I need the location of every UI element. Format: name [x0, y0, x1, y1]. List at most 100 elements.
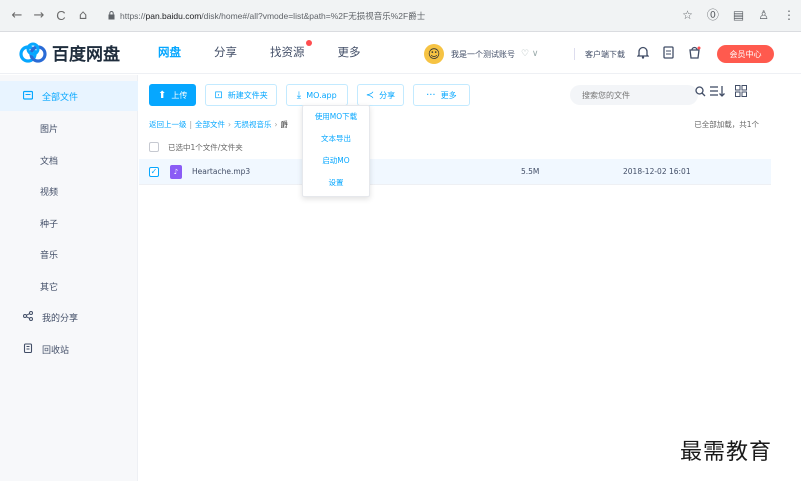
vip-center-button[interactable]: 会员中心 [717, 45, 774, 63]
select-all-checkbox[interactable] [149, 142, 159, 152]
file-name[interactable]: Heartache.mp3 [192, 167, 250, 176]
search-box [570, 85, 706, 105]
breadcrumb-back[interactable]: 返回上一级 [149, 120, 187, 129]
notes-icon[interactable] [663, 45, 674, 63]
notification-dot [305, 40, 312, 46]
share-label: 分享 [379, 90, 396, 100]
extension-icon[interactable]: ⓪ [707, 6, 719, 23]
user-dropdown-icon: ♡ ∨ [521, 49, 539, 59]
client-download-link[interactable]: 客户端下载 [585, 49, 625, 60]
main-nav: 网盘 分享 找资源 更多 [158, 32, 394, 74]
menu-item-text-export[interactable]: 文本导出 [303, 128, 369, 150]
folder-icon [22, 90, 34, 103]
search-icon[interactable] [695, 86, 706, 100]
sidebar-item-label: 我的分享 [42, 313, 79, 324]
nav-find-resources-label: 找资源 [270, 45, 305, 59]
user-name: 我是一个测试账号 [451, 49, 515, 59]
browser-menu-icon[interactable]: ⋮ [783, 8, 795, 22]
breadcrumb-current: 爵 [280, 120, 289, 129]
sidebar-item-label: 视频 [40, 187, 59, 198]
upload-label: 上传 [171, 90, 188, 100]
mo-app-button[interactable]: ⤓ MO.app [285, 84, 348, 106]
menu-item-settings[interactable]: 设置 [303, 172, 369, 194]
share-button[interactable]: ≺ 分享 [356, 84, 405, 106]
breadcrumb-folder[interactable]: 无损视音乐 [234, 120, 272, 129]
sidebar-item-images[interactable]: 图片 [0, 113, 138, 143]
mo-app-dropdown: 使用MO下载 文本导出 启动MO 设置 [302, 105, 370, 197]
forward-icon[interactable]: → [30, 7, 48, 25]
browser-toolbar: ← → C ⌂ https://pan.baidu.com/disk/home#… [0, 0, 801, 32]
sidebar-item-other[interactable]: 其它 [0, 271, 138, 301]
sidebar-item-music[interactable]: 音乐 [0, 239, 138, 269]
share-icon: ≺ [365, 89, 375, 101]
new-folder-icon: ⊡ [214, 89, 223, 101]
sidebar-item-videos[interactable]: 视频 [0, 176, 138, 206]
upload-icon: ⬆ [158, 89, 167, 101]
breadcrumb-all-files[interactable]: 全部文件 [195, 120, 225, 129]
address-bar[interactable]: https://pan.baidu.com/disk/home#/all?vmo… [108, 6, 664, 26]
nav-share[interactable]: 分享 [214, 32, 237, 74]
sidebar-item-all-files[interactable]: 全部文件 [0, 81, 138, 111]
sidebar-item-label: 种子 [40, 219, 59, 230]
row-checkbox[interactable]: ✓ [149, 166, 159, 177]
selection-text: 已选中1个文件/文件夹 [168, 142, 243, 152]
nav-find-resources[interactable]: 找资源 [270, 32, 312, 74]
watermark: 最需教育 [680, 440, 773, 465]
more-label: 更多 [440, 90, 457, 100]
sidebar-item-label: 音乐 [40, 250, 59, 261]
grid-view-icon[interactable] [735, 85, 747, 100]
audio-file-icon: ♪ [170, 164, 182, 179]
bell-icon[interactable] [636, 46, 650, 63]
sidebar-item-docs[interactable]: 文档 [0, 145, 138, 175]
back-icon[interactable]: ← [8, 7, 26, 25]
logo-text: 百度网盘 [52, 45, 120, 65]
file-list-panel: ⬆ 上传 ⊡ 新建文件夹 ⤓ MO.app ≺ 分享 ··· 更多 搜索您的文件… [139, 75, 771, 481]
menu-item-launch-mo[interactable]: 启动MO [303, 150, 369, 172]
reload-icon[interactable]: C [52, 7, 70, 25]
share-icon [22, 310, 34, 324]
new-folder-button[interactable]: ⊡ 新建文件夹 [205, 84, 277, 106]
mo-app-label: MO.app [306, 90, 337, 100]
app-header: 百度网盘 网盘 分享 找资源 更多 ☺ 我是一个测试账号 ♡ ∨ 客户端下载 会… [0, 32, 801, 74]
menu-item-mo-download[interactable]: 使用MO下载 [303, 106, 369, 128]
url-scheme: https:// [120, 11, 146, 21]
reader-icon[interactable]: ▤ [733, 8, 744, 22]
new-folder-label: 新建文件夹 [227, 90, 268, 100]
home-icon[interactable]: ⌂ [74, 7, 92, 25]
more-icon: ··· [426, 89, 436, 101]
avatar: ☺ [424, 44, 444, 64]
divider [574, 48, 575, 60]
url-host: pan.baidu.com [145, 11, 202, 21]
more-button[interactable]: ··· 更多 [413, 84, 470, 106]
user-menu[interactable]: ☺ 我是一个测试账号 ♡ ∨ [424, 43, 539, 65]
sidebar-item-my-shares[interactable]: 我的分享 [0, 302, 138, 332]
sidebar-item-label: 其它 [40, 282, 59, 293]
upload-button[interactable]: ⬆ 上传 [149, 84, 197, 106]
sidebar-item-label: 回收站 [42, 345, 70, 356]
table-row[interactable]: ✓ ♪ Heartache.mp3 5.5M 2018-12-02 16:01 [139, 159, 771, 185]
gift-icon[interactable] [688, 46, 701, 63]
profile-icon[interactable]: ♙ [758, 8, 769, 22]
selection-summary: 已选中1个文件/文件夹 [149, 138, 243, 156]
search-input[interactable] [582, 90, 672, 100]
view-controls [709, 85, 747, 100]
sidebar-item-label: 图片 [40, 124, 59, 135]
sidebar-item-recycle-bin[interactable]: 回收站 [0, 334, 138, 364]
sidebar: 全部文件 图片 文档 视频 种子 音乐 其它 我的分享 回收站 [0, 75, 138, 481]
lock-icon [108, 10, 115, 22]
loaded-count: 已全部加载，共1个 [694, 120, 759, 129]
sidebar-item-torrents[interactable]: 种子 [0, 208, 138, 238]
sort-icon[interactable] [709, 85, 725, 100]
download-icon: ⤓ [296, 89, 302, 101]
bookmark-star-icon[interactable]: ☆ [682, 8, 693, 22]
nav-netdisk[interactable]: 网盘 [158, 32, 181, 74]
file-size: 5.5M [521, 167, 540, 176]
sidebar-item-label: 文档 [40, 156, 59, 167]
logo[interactable]: 百度网盘 [18, 40, 120, 65]
nav-more[interactable]: 更多 [338, 32, 361, 74]
breadcrumb: 返回上一级 | 全部文件 › 无损视音乐 › 爵 [149, 120, 289, 129]
trash-icon [22, 342, 34, 356]
toolbar: ⬆ 上传 ⊡ 新建文件夹 ⤓ MO.app ≺ 分享 ··· 更多 [149, 84, 479, 106]
url-path: /disk/home#/all?vmode=list&path=%2F无损视音乐… [201, 11, 426, 21]
cloud-logo-icon [18, 42, 48, 64]
